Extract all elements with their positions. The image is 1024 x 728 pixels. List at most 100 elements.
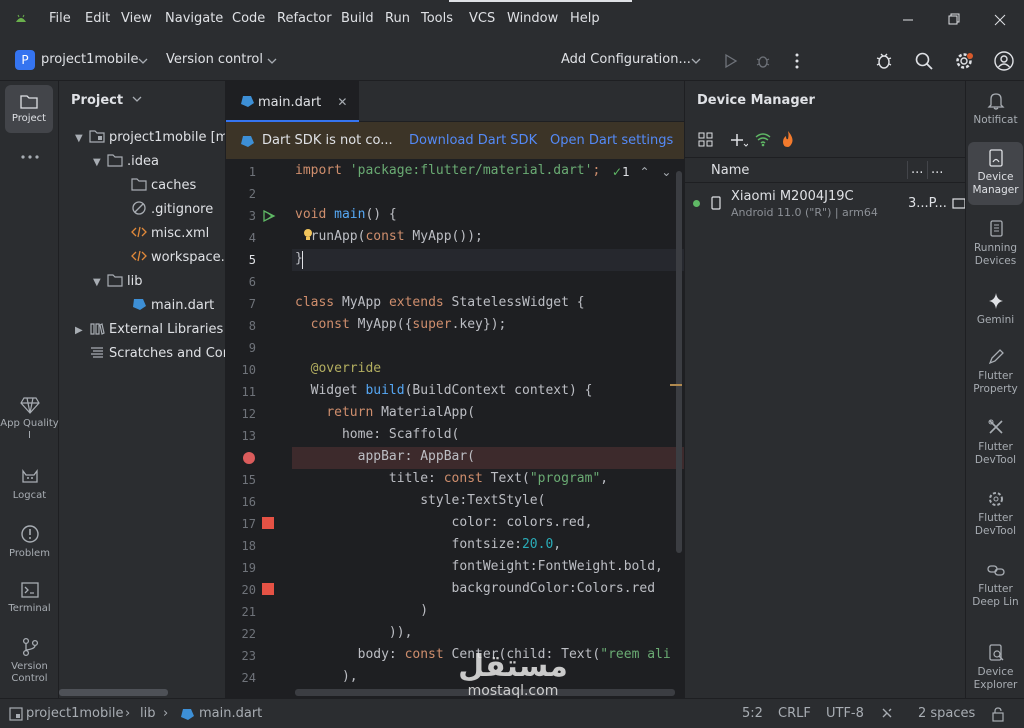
firebase-icon[interactable] [781, 130, 795, 148]
menu-code[interactable]: Code [232, 11, 265, 26]
file-encoding[interactable]: UTF-8 [826, 706, 864, 721]
tool-flutter-deep-links[interactable]: Flutter Deep Lin [968, 560, 1023, 609]
chevron-right-icon[interactable]: ▶ [75, 319, 89, 343]
project-switcher[interactable]: P project1mobile [14, 49, 154, 73]
menu-file[interactable]: File [49, 11, 71, 26]
editor-tab-bar: main.dart ✕ [226, 81, 684, 122]
run-icon[interactable] [719, 50, 741, 72]
horizontal-scrollbar[interactable] [59, 689, 168, 696]
breadcrumb-file[interactable]: main.dart [199, 706, 262, 721]
editorconfig-icon[interactable] [880, 706, 894, 722]
tool-terminal[interactable]: Terminal [0, 581, 59, 615]
tool-notifications[interactable]: Notificat [968, 91, 1023, 127]
menu-navigate[interactable]: Navigate [165, 11, 223, 26]
wifi-pairing-icon[interactable] [754, 131, 772, 147]
tree-item-gitignore[interactable]: .gitignore [131, 198, 213, 222]
project-panel-header[interactable]: Project [71, 93, 142, 108]
line-number: 17 [241, 517, 256, 531]
chevron-down-icon[interactable]: ▼ [93, 271, 107, 295]
download-dart-sdk-link[interactable]: Download Dart SDK [409, 133, 537, 148]
open-dart-settings-link[interactable]: Open Dart settings [550, 133, 673, 148]
restore-icon[interactable] [944, 10, 964, 30]
tool-running-devices[interactable]: Running Devices [968, 219, 1023, 268]
column-more-2[interactable]: ... [931, 162, 943, 177]
close-tab-icon[interactable]: ✕ [337, 95, 347, 109]
tool-version-control[interactable]: Version Control [0, 637, 59, 685]
menu-view[interactable]: View [121, 11, 152, 26]
version-control-dropdown[interactable]: Version control [166, 49, 281, 73]
device-list-icon[interactable] [698, 132, 714, 148]
tree-item-idea[interactable]: ▼ .idea [93, 150, 159, 174]
chevron-down-icon [132, 95, 142, 103]
code-line-10: @override [295, 361, 382, 376]
tree-item-caches[interactable]: caches [131, 174, 196, 198]
vertical-scrollbar[interactable] [676, 171, 682, 553]
chevron-down-icon[interactable]: ⌄ [661, 165, 671, 179]
close-window-icon[interactable] [990, 10, 1010, 30]
menu-help[interactable]: Help [570, 11, 600, 26]
tool-gemini-label: Gemini [976, 314, 1015, 326]
breakpoint-icon[interactable] [242, 451, 256, 465]
menu-vcs[interactable]: VCS [469, 11, 495, 26]
column-divider [907, 161, 908, 179]
chevron-down-icon[interactable]: ▼ [75, 127, 89, 151]
menu-tools[interactable]: Tools [421, 11, 453, 26]
add-device-icon[interactable] [730, 132, 748, 148]
read-only-lock-icon[interactable] [991, 706, 1005, 722]
tool-flutter-devtool-1[interactable]: Flutter DevTool [968, 418, 1023, 467]
tree-item-misc-xml[interactable]: misc.xml [131, 222, 209, 246]
code-with-me-icon[interactable] [873, 50, 895, 72]
tree-item-external-libraries[interactable]: ▶ External Libraries [75, 318, 223, 342]
menu-edit[interactable]: Edit [85, 11, 110, 26]
menu-refactor[interactable]: Refactor [277, 11, 332, 26]
tree-item-project-root[interactable]: ▼ project1mobile [my [75, 126, 225, 151]
tool-flutter-property[interactable]: Flutter Property [968, 347, 1023, 396]
chevron-up-icon[interactable]: ⌃ [640, 165, 650, 179]
more-tools-icon[interactable] [0, 154, 59, 164]
error-marker-icon[interactable] [262, 583, 274, 595]
breadcrumb-project[interactable]: project1mobile [26, 706, 123, 721]
device-actions-icon[interactable] [952, 197, 965, 211]
tree-item-main-dart[interactable]: main.dart [131, 294, 214, 318]
run-configuration-dropdown[interactable]: Add Configuration... [561, 49, 706, 73]
menu-build[interactable]: Build [341, 11, 374, 26]
tool-device-manager[interactable]: Device Manager [968, 142, 1023, 205]
run-gutter-icon[interactable] [262, 209, 276, 223]
tool-logcat[interactable]: Logcat [0, 468, 59, 502]
indent-setting[interactable]: 2 spaces [918, 706, 975, 721]
code-text[interactable]: import 'package:flutter/material.dart'; … [295, 160, 684, 698]
settings-gear-icon[interactable] [953, 50, 975, 72]
chevron-down-icon[interactable]: ▼ [93, 151, 107, 175]
caret-position[interactable]: 5:2 [742, 706, 763, 721]
debug-icon[interactable] [752, 50, 774, 72]
tree-item-lib[interactable]: ▼ lib [93, 270, 142, 294]
column-name[interactable]: Name [711, 163, 749, 178]
tool-problems-label: Problem [9, 548, 50, 559]
device-row[interactable]: Xiaomi M2004J19C Android 11.0 ("R") | ar… [685, 185, 965, 225]
project-panel: Project ▼ project1mobile [my ▼ .idea cache… [59, 81, 226, 698]
tool-project[interactable]: Project [5, 85, 53, 133]
tool-problems[interactable]: Problem [0, 524, 59, 560]
breadcrumb-lib[interactable]: lib [140, 706, 155, 721]
library-icon [90, 323, 105, 335]
account-icon[interactable] [993, 50, 1015, 72]
minimize-icon[interactable] [898, 10, 918, 30]
tool-device-explorer[interactable]: Device Explorer [968, 643, 1023, 692]
code-line-4: runApp(const MyApp()); [295, 229, 483, 244]
menu-window[interactable]: Window [507, 11, 558, 26]
tool-gemini[interactable]: Gemini [968, 291, 1023, 327]
error-marker-icon[interactable] [262, 517, 274, 529]
column-more-1[interactable]: ... [911, 162, 923, 177]
tab-main-dart[interactable]: main.dart ✕ [226, 81, 360, 122]
tree-item-workspace-xml[interactable]: workspace.x [131, 246, 225, 270]
inspection-widget[interactable]: ✓1 ⌃ ⌄ [612, 165, 671, 181]
intention-bulb-icon[interactable] [302, 228, 314, 242]
tool-flutter-devtool-2[interactable]: Flutter DevTool [968, 489, 1023, 538]
code-line-12: return MaterialApp( [326, 405, 476, 420]
line-separator[interactable]: CRLF [778, 706, 811, 721]
search-icon[interactable] [913, 50, 935, 72]
tool-app-quality[interactable]: App Quality I [0, 396, 59, 442]
more-actions-icon[interactable] [786, 50, 808, 72]
menu-run[interactable]: Run [385, 11, 410, 26]
tree-item-scratches[interactable]: Scratches and Cor [89, 342, 225, 366]
